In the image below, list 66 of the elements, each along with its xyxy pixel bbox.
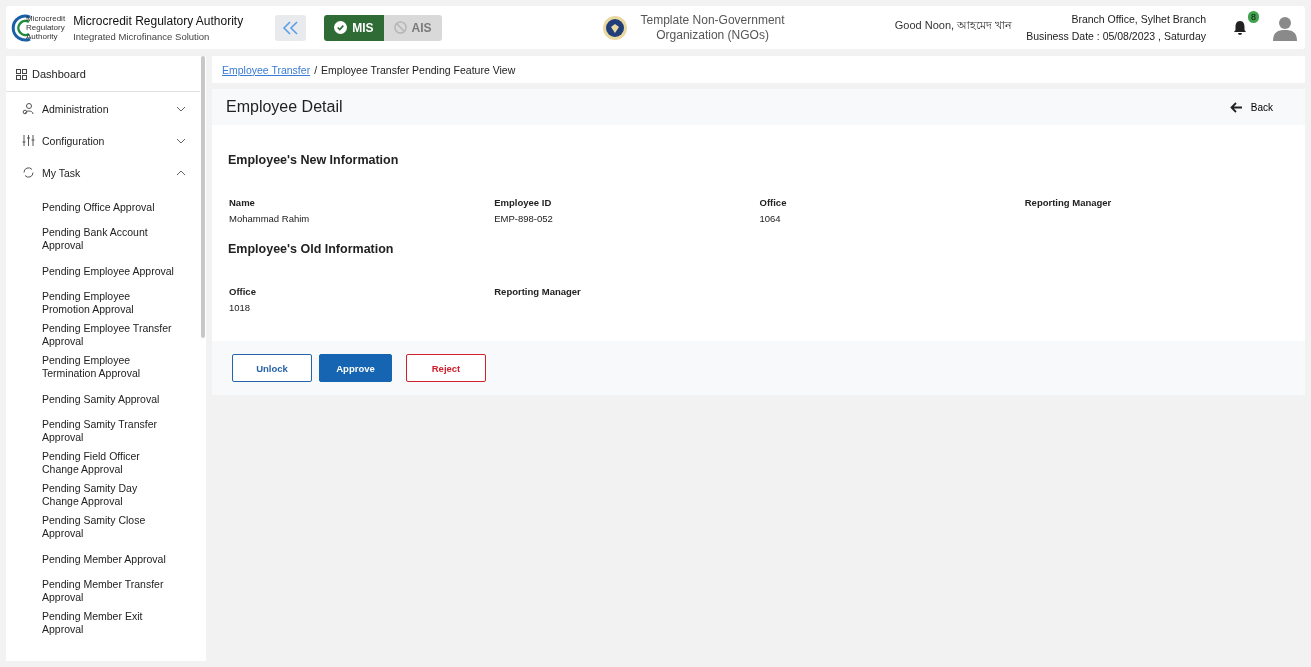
logo-text: Regulatory — [26, 23, 66, 32]
sidebar-submenu-item[interactable]: Pending Employee Termination Approval — [42, 354, 176, 380]
users-icon — [22, 102, 35, 115]
field-value: 1064 — [759, 213, 782, 224]
bell-icon — [1233, 19, 1247, 36]
approve-button[interactable]: Approve — [319, 354, 392, 382]
app-title: Microcredit Regulatory Authority — [73, 13, 244, 28]
dashboard-label: Dashboard — [32, 68, 86, 80]
app-subtitle: Integrated Microfinance Solution — [73, 30, 211, 42]
sidebar-submenu-item[interactable]: Pending Employee Approval — [42, 258, 176, 284]
sidebar-submenu-item[interactable]: Pending Member Approval — [42, 546, 176, 572]
unlock-button[interactable]: Unlock — [232, 354, 312, 382]
business-date: Business Date : 05/08/2023 , Saturday — [1026, 30, 1206, 42]
reject-button[interactable]: Reject — [406, 354, 486, 382]
sidebar-submenu-item[interactable]: Pending Member Transfer Approval — [42, 578, 176, 604]
greeting: Good Noon, আহমেদ খান — [894, 18, 1013, 33]
sidebar-submenu-item[interactable]: Pending Field Officer Change Approval — [42, 450, 176, 476]
field-value: Mohammad Rahim — [229, 213, 311, 224]
arrow-left-icon — [1229, 101, 1243, 113]
sidebar-menu-item[interactable]: Administration — [6, 92, 206, 124]
field-label: Office — [229, 286, 257, 297]
sidebar-submenu-item[interactable]: Pending Samity Approval — [42, 386, 176, 412]
sliders-icon — [22, 134, 35, 147]
field-label: Reporting Manager — [494, 286, 582, 297]
double-chevron-left-icon — [280, 19, 301, 36]
sidebar-submenu-item[interactable]: Pending Samity Transfer Approval — [42, 418, 176, 444]
back-button[interactable]: Back — [1223, 100, 1279, 114]
sidebar-submenu-item[interactable]: Pending Employee Transfer Approval — [42, 322, 176, 348]
page-title: Employee Detail — [226, 98, 343, 116]
logo-text: Authority — [26, 32, 59, 41]
circle-arrows-icon — [22, 166, 35, 179]
field-label: Name — [229, 197, 256, 208]
sidebar-menu-item[interactable]: My Task — [6, 156, 206, 188]
sidebar-submenu-item[interactable]: Pending Bank Account Approval — [42, 226, 176, 252]
sidebar-submenu-item[interactable]: Pending Samity Close Approval — [42, 514, 176, 540]
chevron-down-icon — [176, 137, 186, 144]
field-label: Employee ID — [494, 197, 553, 208]
seal-icon — [601, 14, 628, 41]
logo-text: Microcredit — [26, 14, 66, 23]
collapse-sidebar-button[interactable] — [275, 14, 307, 41]
check-circle-icon — [334, 21, 348, 34]
field-value: EMP-898-052 — [494, 213, 554, 224]
breadcrumb-link[interactable]: Employee Transfer — [222, 63, 311, 76]
grid-icon — [16, 68, 27, 80]
chevron-down-icon — [176, 105, 186, 112]
breadcrumb-current: Employee Transfer Pending Feature View — [321, 63, 516, 76]
module-tab[interactable]: MIS — [324, 14, 384, 41]
user-avatar-icon[interactable] — [1273, 14, 1297, 41]
sidebar-submenu-item[interactable]: Pending Employee Promotion Approval — [42, 290, 176, 316]
field-label: Reporting Manager — [1024, 197, 1113, 208]
sidebar-submenu-item[interactable]: Pending Member Exit Approval — [42, 610, 176, 636]
prohibited-icon — [393, 21, 407, 34]
sidebar-menu-item[interactable]: Configuration — [6, 124, 206, 156]
branch-name: Branch Office, Sylhet Branch — [1071, 13, 1206, 25]
breadcrumb-separator: / — [314, 63, 318, 76]
notification-count: 8 — [1248, 10, 1259, 23]
field-value: 1018 — [229, 302, 252, 313]
organization-name: Template Non-Government Organization (NGOs) — [639, 12, 786, 43]
section-title: Employee's New Information — [228, 153, 400, 167]
dashboard-link[interactable]: Dashboard — [6, 56, 200, 92]
scrollbar[interactable] — [201, 56, 205, 338]
chevron-up-icon — [176, 169, 186, 176]
sidebar-submenu-item[interactable]: Pending Samity Day Change Approval — [42, 482, 176, 508]
field-label: Office — [759, 197, 788, 208]
sidebar-submenu-item[interactable]: Pending Office Approval — [42, 194, 176, 220]
section-title: Employee's Old Information — [228, 242, 395, 256]
